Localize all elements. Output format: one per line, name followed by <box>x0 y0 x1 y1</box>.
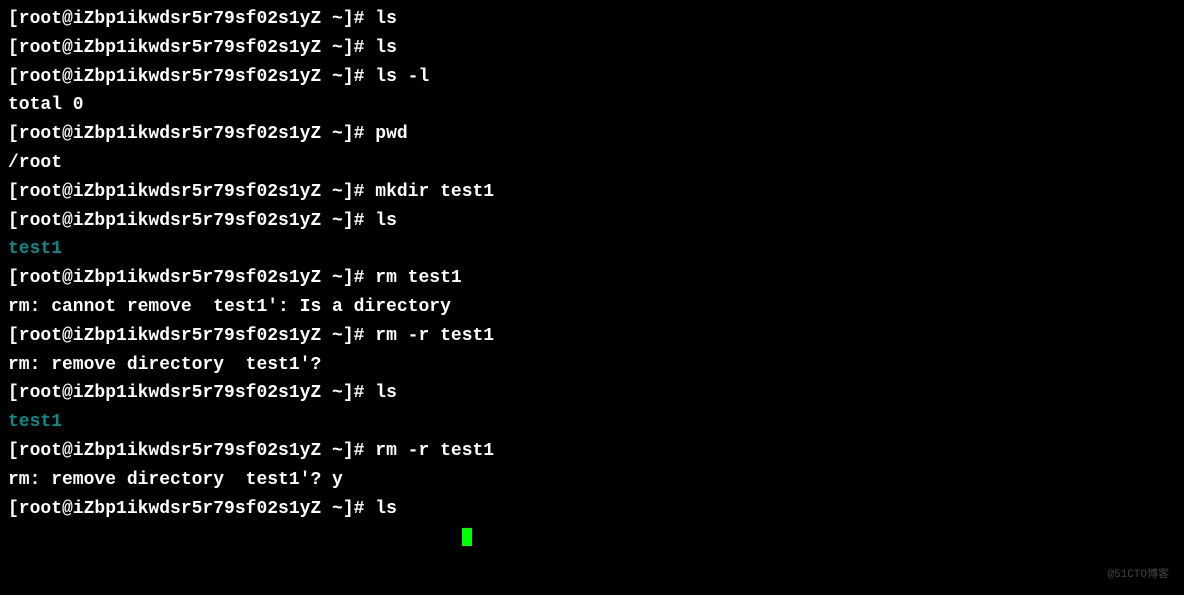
shell-prompt: [root@iZbp1ikwdsr5r79sf02s1yZ ~]# <box>8 182 364 202</box>
terminal-line: [root@iZbp1ikwdsr5r79sf02s1yZ ~]# mkdir … <box>8 178 1176 207</box>
shell-prompt: [root@iZbp1ikwdsr5r79sf02s1yZ ~]# <box>8 38 364 58</box>
terminal-line: [root@iZbp1ikwdsr5r79sf02s1yZ ~]# ls <box>8 34 1176 63</box>
terminal-line: rm: cannot remove test1': Is a directory <box>8 293 1176 322</box>
output-text: /root <box>8 153 62 173</box>
command-text: rm test1 <box>375 268 461 288</box>
terminal-line: total 0 <box>8 91 1176 120</box>
shell-prompt: [root@iZbp1ikwdsr5r79sf02s1yZ ~]# <box>8 326 364 346</box>
directory-name: test1 <box>8 412 62 432</box>
terminal-line: [root@iZbp1ikwdsr5r79sf02s1yZ ~]# rm -r … <box>8 322 1176 351</box>
output-text: rm: remove directory test1'? y <box>8 470 343 490</box>
terminal-line: test1 <box>8 235 1176 264</box>
terminal-line: test1 <box>8 408 1176 437</box>
command-text: ls <box>375 211 397 231</box>
terminal-line: rm: remove directory test1'? y <box>8 466 1176 495</box>
terminal-line: [root@iZbp1ikwdsr5r79sf02s1yZ ~]# ls <box>8 207 1176 236</box>
terminal-line: [root@iZbp1ikwdsr5r79sf02s1yZ ~]# ls <box>8 379 1176 408</box>
terminal-line: [root@iZbp1ikwdsr5r79sf02s1yZ ~]# rm -r … <box>8 437 1176 466</box>
command-text: ls <box>375 38 397 58</box>
shell-prompt: [root@iZbp1ikwdsr5r79sf02s1yZ ~]# <box>8 67 364 87</box>
shell-prompt: [root@iZbp1ikwdsr5r79sf02s1yZ ~]# <box>8 211 364 231</box>
shell-prompt <box>8 527 462 547</box>
cursor-icon <box>462 528 472 546</box>
command-text: rm -r test1 <box>375 326 494 346</box>
terminal-line: [root@iZbp1ikwdsr5r79sf02s1yZ ~]# ls <box>8 5 1176 34</box>
shell-prompt: [root@iZbp1ikwdsr5r79sf02s1yZ ~]# <box>8 9 364 29</box>
directory-name: test1 <box>8 239 62 259</box>
terminal-line[interactable] <box>8 523 1176 552</box>
shell-prompt: [root@iZbp1ikwdsr5r79sf02s1yZ ~]# <box>8 441 364 461</box>
terminal-line: rm: remove directory test1'? <box>8 351 1176 380</box>
command-text: ls -l <box>375 67 429 87</box>
shell-prompt: [root@iZbp1ikwdsr5r79sf02s1yZ ~]# <box>8 268 364 288</box>
watermark-text: @51CTO博客 <box>1107 567 1169 585</box>
shell-prompt: [root@iZbp1ikwdsr5r79sf02s1yZ ~]# <box>8 124 364 144</box>
command-text: ls <box>375 383 397 403</box>
terminal-line: [root@iZbp1ikwdsr5r79sf02s1yZ ~]# pwd <box>8 120 1176 149</box>
output-text: rm: cannot remove test1': Is a directory <box>8 297 451 317</box>
output-text: rm: remove directory test1'? <box>8 355 321 375</box>
terminal-line: [root@iZbp1ikwdsr5r79sf02s1yZ ~]# ls -l <box>8 63 1176 92</box>
shell-prompt: [root@iZbp1ikwdsr5r79sf02s1yZ ~]# <box>8 499 364 519</box>
shell-prompt: [root@iZbp1ikwdsr5r79sf02s1yZ ~]# <box>8 383 364 403</box>
output-text: total 0 <box>8 95 84 115</box>
terminal-line: [root@iZbp1ikwdsr5r79sf02s1yZ ~]# rm tes… <box>8 264 1176 293</box>
command-text: mkdir test1 <box>375 182 494 202</box>
command-text: rm -r test1 <box>375 441 494 461</box>
command-text: ls <box>375 9 397 29</box>
terminal-line: /root <box>8 149 1176 178</box>
terminal-line: [root@iZbp1ikwdsr5r79sf02s1yZ ~]# ls <box>8 495 1176 524</box>
command-text: pwd <box>375 124 407 144</box>
command-text: ls <box>375 499 397 519</box>
